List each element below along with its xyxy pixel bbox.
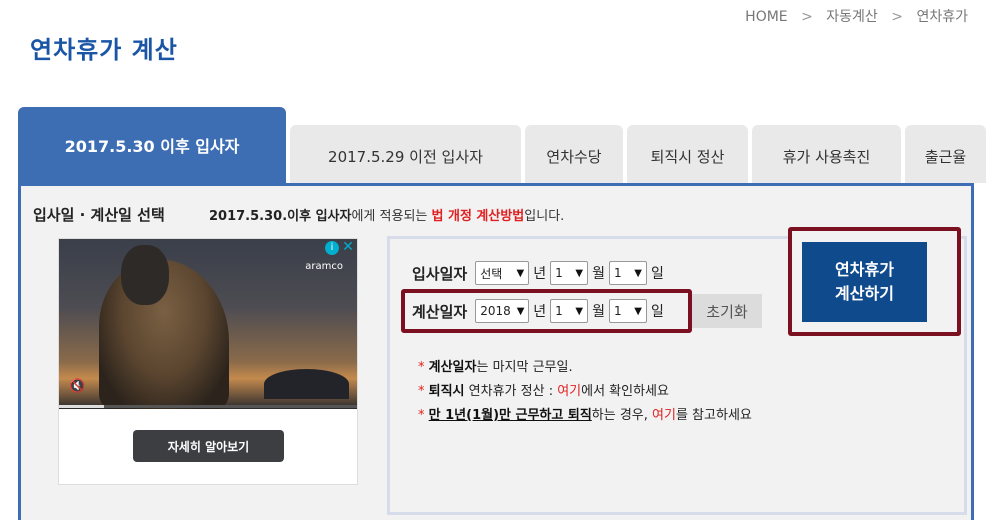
join-year-value: 선택 <box>480 266 503 281</box>
advertisement[interactable]: aramco i ✕ 🔇 자세히 알아보기 <box>58 238 358 485</box>
calc-day-select[interactable]: 1 ▼ <box>608 299 647 323</box>
month-unit: 월 <box>592 304 605 320</box>
join-month-select[interactable]: 1 ▼ <box>550 261 589 285</box>
calc-date-label: 계산일자 <box>412 302 468 321</box>
calculate-button[interactable]: 연차휴가 계산하기 <box>802 242 927 322</box>
tab-bar: 2017.5.30 이후 입사자 2017.5.29 이전 입사자 연차수당 퇴… <box>18 107 986 183</box>
calc-month-select[interactable]: 1 ▼ <box>550 299 589 323</box>
chevron-down-icon: ▼ <box>516 305 525 317</box>
calc-date-row: 계산일자 2018 ▼ 년 1 ▼ 월 1 ▼ 일 <box>412 299 668 323</box>
ad-progress-bar <box>59 405 357 408</box>
calc-month-value: 1 <box>555 304 563 318</box>
page-title: 연차휴가 계산 <box>30 36 178 64</box>
note-bullet: * <box>418 408 425 423</box>
breadcrumb-auto-calc[interactable]: 자동계산 <box>826 6 878 26</box>
tab-before-2017-05-29[interactable]: 2017.5.29 이전 입사자 <box>290 125 521 183</box>
ad-building-image <box>264 369 349 399</box>
note-bold: 만 1년(1월)만 근무하고 퇴직 <box>428 408 592 423</box>
note-link-here[interactable]: 여기 <box>652 408 676 423</box>
note-item: * 퇴직시 연차휴가 정산 : 여기에서 확인하세요 <box>418 380 752 404</box>
note-text: 연차휴가 정산 : <box>464 384 558 399</box>
note-bold: 계산일자 <box>428 360 477 375</box>
note-text: 를 참고하세요 <box>675 408 752 423</box>
note-text: 에서 확인하세요 <box>581 384 669 399</box>
chevron-down-icon: ▼ <box>634 305 642 317</box>
description-highlight: 법 개정 계산방법 <box>431 209 525 224</box>
day-unit: 일 <box>650 266 664 282</box>
year-unit: 년 <box>533 266 547 282</box>
ad-figure-head <box>121 245 169 305</box>
close-icon[interactable]: ✕ <box>341 240 355 254</box>
description: 2017.5.30.이후 입사자에게 적용되는 법 개정 계산방법입니다. <box>209 205 564 224</box>
info-icon[interactable]: i <box>325 241 339 255</box>
ad-brand-logo: aramco <box>305 261 343 272</box>
calc-button-highlight: 연차휴가 계산하기 <box>788 227 961 336</box>
page: HOME > 자동계산 > 연차휴가 연차휴가 계산 2017.5.30 이후 … <box>0 0 986 520</box>
tab-annual-leave-allowance[interactable]: 연차수당 <box>525 125 623 183</box>
month-unit: 월 <box>592 266 605 282</box>
note-link-here[interactable]: 여기 <box>557 384 581 399</box>
join-year-select[interactable]: 선택 ▼ <box>475 261 530 285</box>
section-label: 입사일 · 계산일 선택 <box>33 206 165 224</box>
note-bullet: * <box>418 360 425 375</box>
join-date-row: 입사일자 선택 ▼ 년 1 ▼ 월 1 ▼ 일 <box>412 261 668 285</box>
note-item: * 계산일자는 마지막 근무일. <box>418 356 752 380</box>
tab-retirement-settlement[interactable]: 퇴직시 정산 <box>627 125 748 183</box>
calculate-button-line2: 계산하기 <box>835 284 894 303</box>
reset-button[interactable]: 초기화 <box>692 294 762 328</box>
notes-list: * 계산일자는 마지막 근무일. * 퇴직시 연차휴가 정산 : 여기에서 확인… <box>418 356 752 428</box>
breadcrumb-separator: > <box>891 9 904 25</box>
description-text: 에게 적용되는 <box>351 209 432 224</box>
note-item: * 만 1년(1월)만 근무하고 퇴직하는 경우, 여기를 참고하세요 <box>418 404 752 428</box>
note-text: 는 마지막 근무일. <box>476 360 573 375</box>
calculate-button-line1: 연차휴가 <box>835 260 894 279</box>
chevron-down-icon: ▼ <box>575 267 584 279</box>
breadcrumb-home[interactable]: HOME <box>745 9 787 25</box>
description-target: 2017.5.30.이후 입사자 <box>209 209 352 224</box>
calc-year-select[interactable]: 2018 ▼ <box>475 299 530 323</box>
mute-icon[interactable]: 🔇 <box>69 379 85 394</box>
year-unit: 년 <box>533 304 547 320</box>
join-month-value: 1 <box>555 266 563 280</box>
ad-video[interactable]: aramco i ✕ 🔇 <box>59 239 357 409</box>
description-end: 입니다. <box>524 209 565 224</box>
join-date-label: 입사일자 <box>412 264 468 283</box>
note-bullet: * <box>418 384 425 399</box>
chevron-down-icon: ▼ <box>575 305 584 317</box>
chevron-down-icon: ▼ <box>634 267 642 279</box>
tab-attendance-rate[interactable]: 출근율 <box>905 125 986 183</box>
calc-year-value: 2018 <box>480 304 511 318</box>
chevron-down-icon: ▼ <box>516 267 525 279</box>
breadcrumb-separator: > <box>801 9 813 25</box>
ad-progress-fill <box>59 405 104 408</box>
day-unit: 일 <box>650 304 664 320</box>
note-text: 하는 경우, <box>591 408 653 423</box>
ad-learn-more-button[interactable]: 자세히 알아보기 <box>133 430 284 462</box>
tab-after-2017-05-30[interactable]: 2017.5.30 이후 입사자 <box>18 107 286 183</box>
breadcrumb-current: 연차휴가 <box>916 9 968 25</box>
calc-day-value: 1 <box>613 304 622 318</box>
join-day-value: 1 <box>613 266 622 280</box>
breadcrumb: HOME > 자동계산 > 연차휴가 <box>745 6 968 26</box>
tab-leave-promotion[interactable]: 휴가 사용촉진 <box>752 125 901 183</box>
join-day-select[interactable]: 1 ▼ <box>608 261 647 285</box>
note-bold: 퇴직시 <box>428 384 465 399</box>
